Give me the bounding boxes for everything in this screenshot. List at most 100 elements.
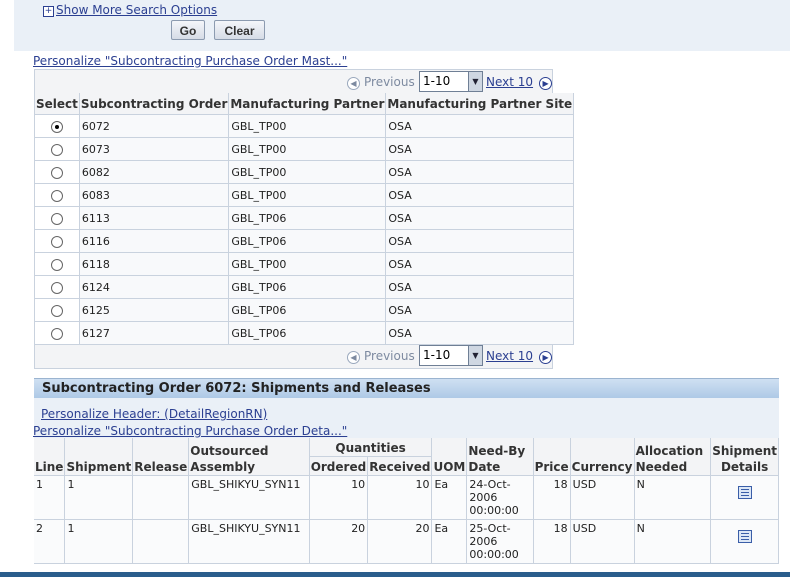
shipment-cell: 1 — [64, 475, 134, 520]
select-cell[interactable] — [35, 298, 80, 322]
select-radio[interactable] — [50, 189, 63, 202]
personalize-master-table-link[interactable]: Personalize "Subcontracting Purchase Ord… — [33, 54, 347, 68]
show-more-search-options-link[interactable]: + Show More Search Options — [43, 3, 217, 17]
personalize-detail-table-link[interactable]: Personalize "Subcontracting Purchase Ord… — [33, 424, 347, 438]
table-row: 1 1 GBL_SHIKYU_SYN11 10 10 Ea 24-Oct-2006 00:0… — [34, 475, 779, 520]
select-radio[interactable] — [50, 327, 63, 340]
select-cell[interactable] — [35, 275, 80, 299]
manufacturing-partner-site-cell: OSA — [385, 206, 575, 230]
orders-table: Select Subcontracting Order Manufacturin… — [35, 93, 575, 345]
select-radio[interactable] — [50, 120, 63, 133]
range-select[interactable]: 1-10 ▼ — [419, 71, 483, 92]
dropdown-arrow-icon[interactable]: ▼ — [468, 72, 482, 91]
manufacturing-partner-cell: GBL_TP06 — [228, 229, 387, 253]
select-cell[interactable] — [35, 183, 80, 207]
column-header-shipment: Shipment — [64, 438, 134, 476]
manufacturing-partner-cell: GBL_TP06 — [228, 206, 387, 230]
select-radio[interactable] — [50, 166, 63, 179]
column-header-need-by-date: Need-By Date — [466, 438, 534, 476]
subcontracting-order-cell: 6072 — [79, 114, 230, 138]
select-cell[interactable] — [35, 321, 80, 345]
received-cell: 10 — [367, 475, 433, 520]
next-10-label[interactable]: Next 10 — [486, 75, 533, 89]
next-10-label[interactable]: Next 10 — [486, 349, 533, 363]
column-group-quantities: Quantities — [309, 438, 433, 457]
range-select-bottom[interactable]: 1-10 ▼ — [419, 345, 483, 366]
top-navigation-bar: ◀ Previous 1-10 ▼ Next 10 ▶ — [35, 70, 553, 93]
subcontracting-order-cell: 6116 — [79, 229, 230, 253]
column-header-subcontracting-order[interactable]: Subcontracting Order — [79, 93, 230, 115]
line-cell: 2 — [34, 519, 66, 564]
previous-arrow-icon: ◀ — [347, 351, 360, 364]
table-row: 6113 GBL_TP06 OSA — [35, 206, 575, 230]
shipment-details-icon[interactable] — [737, 486, 752, 499]
select-cell[interactable] — [35, 114, 80, 138]
previous-label: Previous — [364, 75, 415, 89]
need-by-date-cell: 24-Oct-2006 00:00:00 — [466, 475, 534, 520]
manufacturing-partner-site-cell: OSA — [385, 183, 575, 207]
column-header-outsourced-assembly: Outsourced Assembly — [188, 438, 310, 476]
results-table-region: ◀ Previous 1-10 ▼ Next 10 ▶ Select Subcontr… — [34, 69, 575, 369]
select-radio[interactable] — [50, 281, 63, 294]
manufacturing-partner-site-cell: OSA — [385, 137, 575, 161]
select-radio[interactable] — [50, 258, 63, 271]
subcontracting-order-cell: 6113 — [79, 206, 230, 230]
select-cell[interactable] — [35, 206, 80, 230]
manufacturing-partner-cell: GBL_TP00 — [228, 183, 387, 207]
table-row: 6082 GBL_TP00 OSA — [35, 160, 575, 184]
select-cell[interactable] — [35, 137, 80, 161]
subcontracting-order-cell: 6124 — [79, 275, 230, 299]
select-cell[interactable] — [35, 229, 80, 253]
table-row: 6073 GBL_TP00 OSA — [35, 137, 575, 161]
table-row: 6072 GBL_TP00 OSA — [35, 114, 575, 138]
ordered-cell: 10 — [309, 475, 369, 520]
next-10-link[interactable]: Next 10 ▶ — [486, 75, 553, 90]
select-radio[interactable] — [50, 235, 63, 248]
next-arrow-icon[interactable]: ▶ — [539, 77, 553, 90]
table-row: 6083 GBL_TP00 OSA — [35, 183, 575, 207]
shipments-section-header: Subcontracting Order 6072: Shipments and… — [34, 378, 779, 398]
table-row: 6127 GBL_TP06 OSA — [35, 321, 575, 345]
shipments-table-body: 1 1 GBL_SHIKYU_SYN11 10 10 Ea 24-Oct-2006 00:0… — [34, 475, 779, 564]
select-cell[interactable] — [35, 252, 80, 276]
manufacturing-partner-cell: GBL_TP06 — [228, 275, 387, 299]
show-more-search-options-label: Show More Search Options — [56, 3, 218, 17]
column-header-uom: UOM — [431, 438, 468, 476]
select-cell[interactable] — [35, 160, 80, 184]
allocation-needed-cell: N — [634, 519, 712, 564]
manufacturing-partner-site-cell: OSA — [385, 252, 575, 276]
shipment-cell: 1 — [64, 519, 134, 564]
outsourced-assembly-cell: GBL_SHIKYU_SYN11 — [188, 475, 310, 520]
select-radio[interactable] — [50, 304, 63, 317]
manufacturing-partner-cell: GBL_TP00 — [228, 114, 387, 138]
allocation-needed-cell: N — [634, 475, 712, 520]
need-by-date-cell: 25-Oct-2006 00:00:00 — [466, 519, 534, 564]
table-row: 6125 GBL_TP06 OSA — [35, 298, 575, 322]
shipments-table: Line Shipment Release Outsourced Assembl… — [34, 438, 779, 564]
next-arrow-icon[interactable]: ▶ — [539, 351, 553, 364]
shipment-details-icon[interactable] — [737, 530, 752, 543]
select-radio[interactable] — [50, 212, 63, 225]
expand-plus-icon: + — [43, 6, 54, 17]
next-10-link-bottom[interactable]: Next 10 ▶ — [486, 349, 553, 364]
column-header-received: Received — [367, 456, 433, 476]
go-button[interactable]: Go — [171, 20, 205, 40]
table-row: 2 1 GBL_SHIKYU_SYN11 20 20 Ea 25-Oct-2006 00:0… — [34, 519, 779, 564]
column-header-allocation-needed: Allocation Needed — [634, 438, 712, 476]
select-radio[interactable] — [50, 143, 63, 156]
clear-button[interactable]: Clear — [214, 20, 265, 40]
price-cell: 18 — [533, 475, 571, 520]
bottom-navigation-bar: ◀ Previous 1-10 ▼ Next 10 ▶ — [35, 344, 553, 367]
manufacturing-partner-site-cell: OSA — [385, 275, 575, 299]
subcontracting-order-cell: 6082 — [79, 160, 230, 184]
dropdown-arrow-icon[interactable]: ▼ — [468, 346, 482, 365]
table-row: 6124 GBL_TP06 OSA — [35, 275, 575, 299]
outsourced-assembly-cell: GBL_SHIKYU_SYN11 — [188, 519, 310, 564]
manufacturing-partner-cell: GBL_TP06 — [228, 321, 387, 345]
column-header-manufacturing-partner-site[interactable]: Manufacturing Partner Site — [385, 93, 575, 115]
manufacturing-partner-site-cell: OSA — [385, 298, 575, 322]
column-header-manufacturing-partner[interactable]: Manufacturing Partner — [228, 93, 387, 115]
personalize-header-link[interactable]: Personalize Header: (DetailRegionRN) — [41, 407, 267, 421]
currency-cell: USD — [570, 475, 635, 520]
previous-arrow-icon: ◀ — [347, 77, 360, 90]
